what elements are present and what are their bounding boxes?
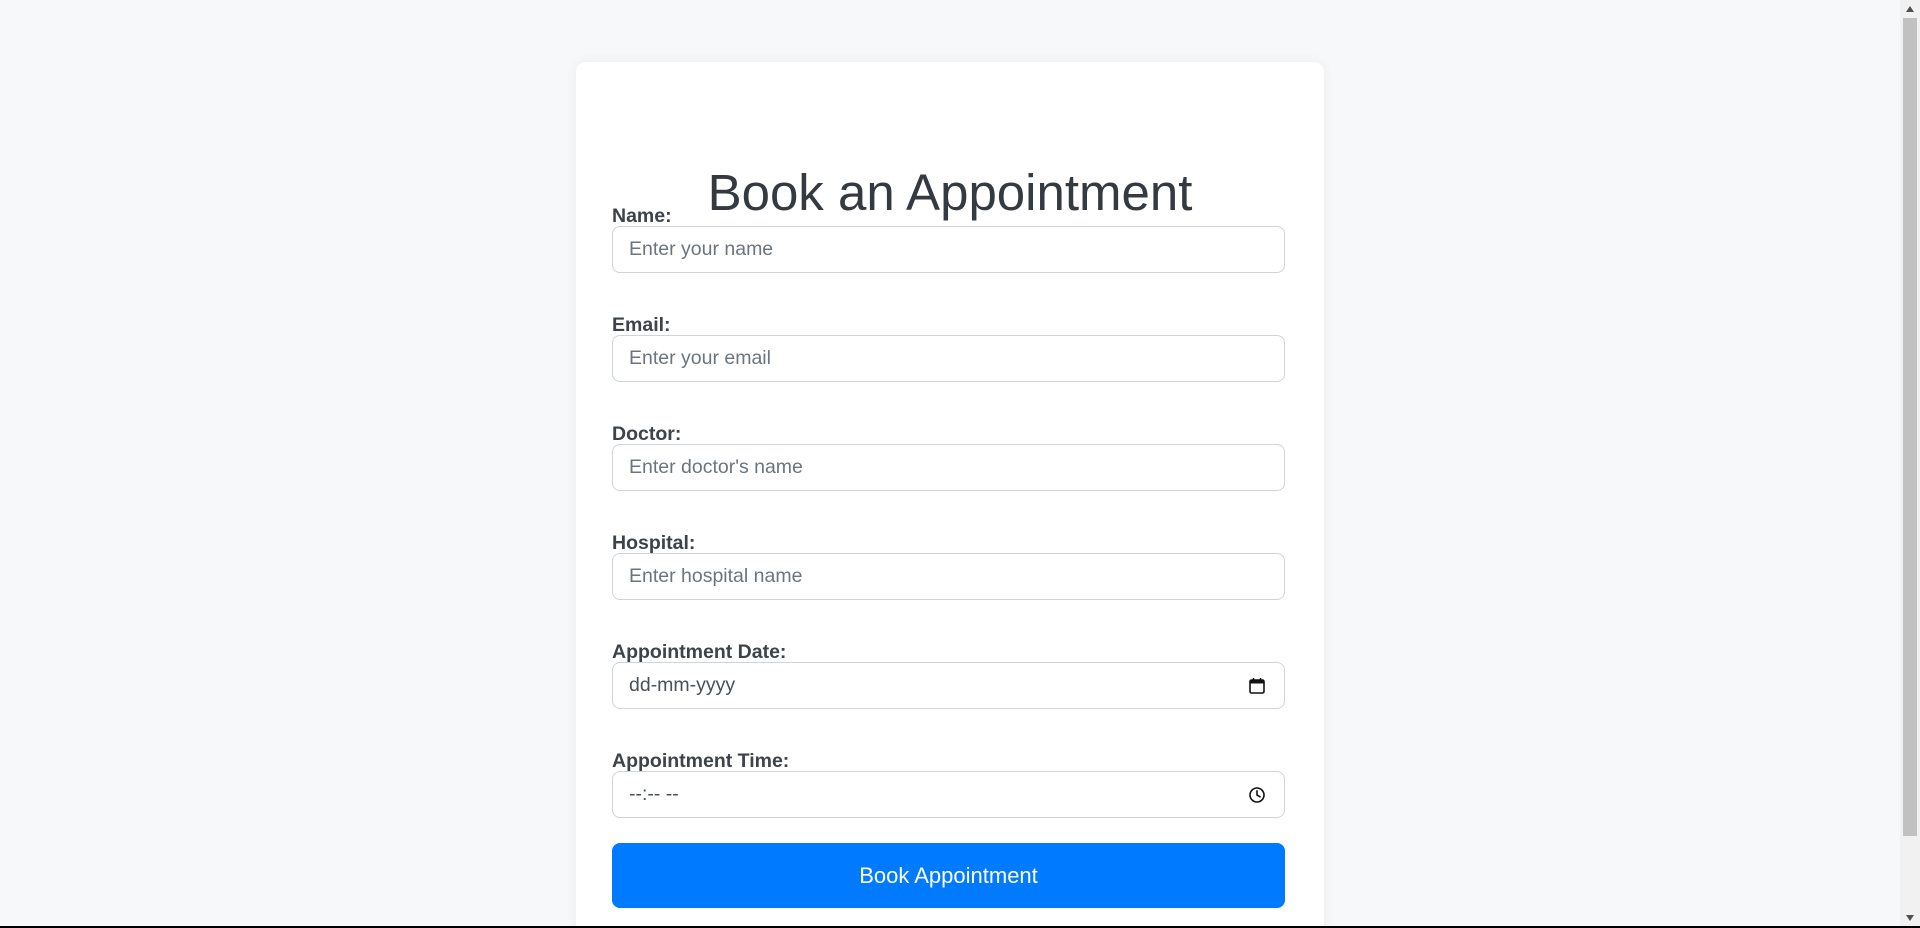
doctor-input[interactable]: Enter doctor's name — [612, 444, 1285, 491]
page-title: Book an Appointment — [707, 164, 1193, 221]
vertical-scrollbar[interactable] — [1900, 0, 1920, 926]
scrollbar-thumb[interactable] — [1903, 18, 1917, 836]
appointment-date-label: Appointment Date: — [612, 641, 787, 663]
appointment-form-card: Book an Appointment Name: Enter your nam… — [576, 62, 1324, 926]
calendar-icon[interactable] — [1246, 675, 1268, 697]
appointment-date-placeholder: dd-mm-yyyy — [629, 674, 736, 696]
appointment-date-input[interactable]: dd-mm-yyyy — [612, 662, 1285, 709]
name-input-placeholder: Enter your name — [629, 238, 774, 260]
doctor-input-placeholder: Enter doctor's name — [629, 456, 803, 478]
email-input[interactable]: Enter your email — [612, 335, 1285, 382]
email-label: Email: — [612, 314, 671, 336]
doctor-label: Doctor: — [612, 423, 682, 445]
scroll-up-arrow-icon[interactable] — [1900, 0, 1920, 17]
book-appointment-button[interactable]: Book Appointment — [612, 843, 1285, 908]
name-label: Name: — [612, 205, 672, 227]
clock-icon[interactable] — [1246, 784, 1268, 806]
email-input-placeholder: Enter your email — [629, 347, 771, 369]
appointment-time-label: Appointment Time: — [612, 750, 790, 772]
name-input[interactable]: Enter your name — [612, 226, 1285, 273]
appointment-time-input[interactable]: --:-- -- — [612, 771, 1285, 818]
hospital-input-placeholder: Enter hospital name — [629, 565, 803, 587]
appointment-time-placeholder: --:-- -- — [629, 783, 679, 805]
hospital-input[interactable]: Enter hospital name — [612, 553, 1285, 600]
hospital-label: Hospital: — [612, 532, 696, 554]
scroll-down-arrow-icon[interactable] — [1900, 909, 1920, 926]
page-viewport: Book an Appointment Name: Enter your nam… — [0, 0, 1900, 926]
